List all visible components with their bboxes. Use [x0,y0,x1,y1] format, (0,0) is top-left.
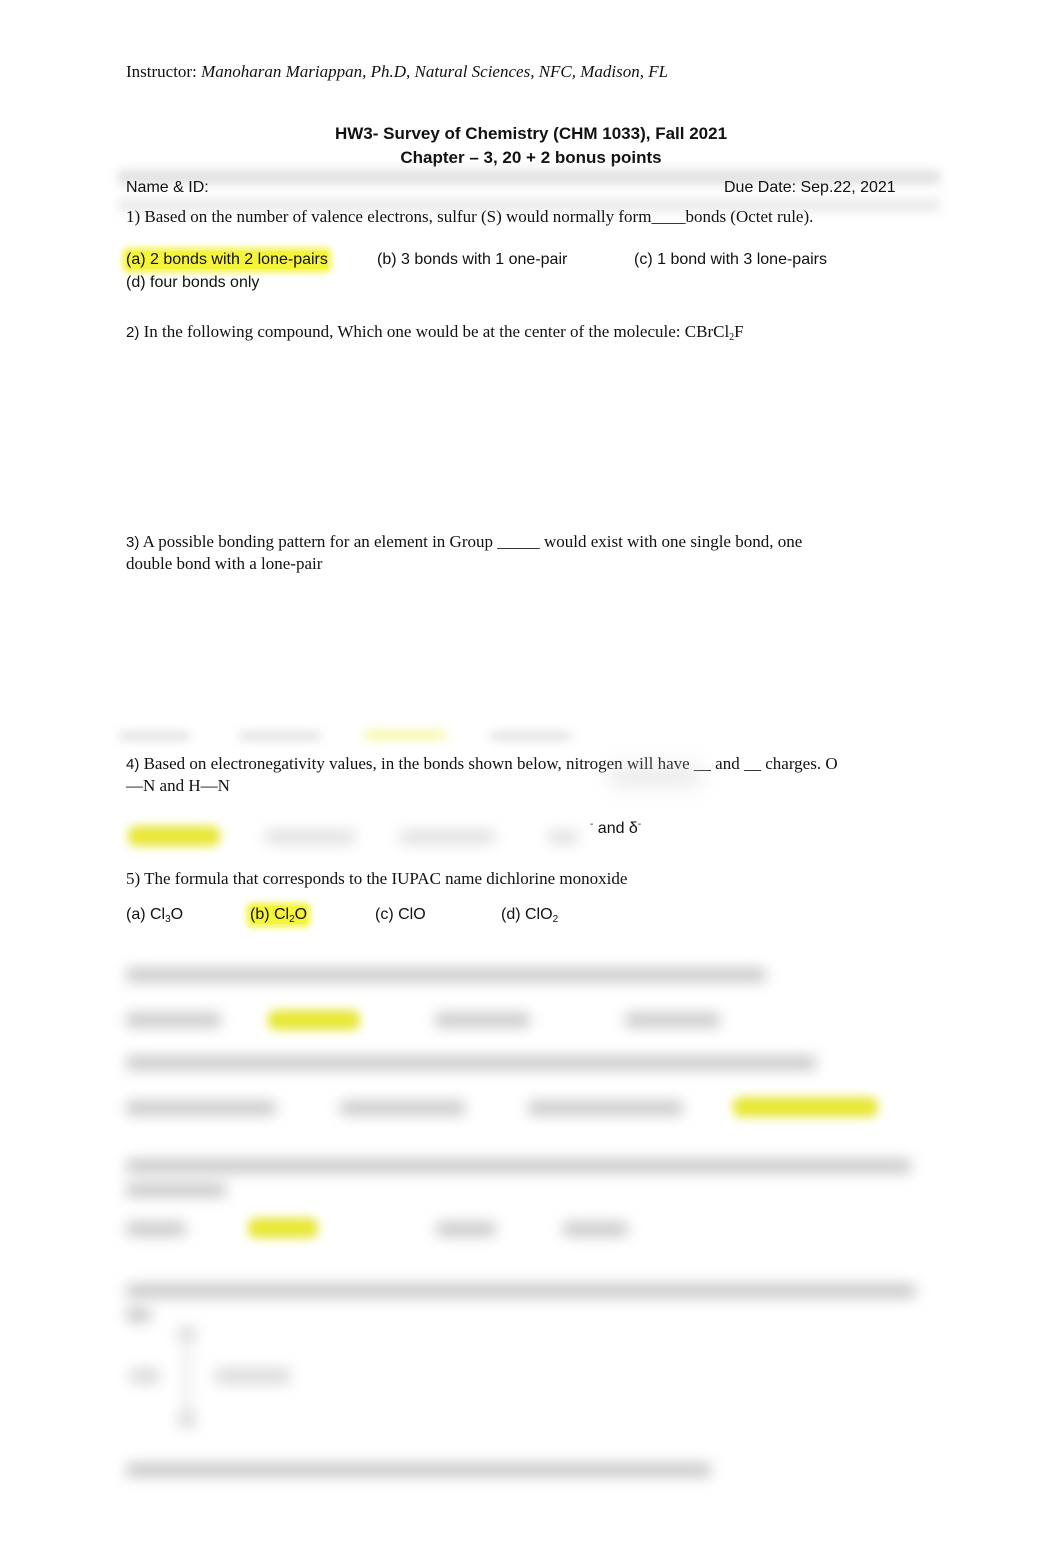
question-1-option-a: (a) 2 bonds with 2 lone-pairs [126,251,328,269]
question-5-option-d: (d) ClO2 [501,906,559,925]
obscured-option [126,1101,276,1115]
obscured-option [490,732,570,740]
obscured-question-line [126,1183,226,1197]
question-3-body: A possible bonding pattern for an elemen… [139,532,803,551]
due-date: Due Date: Sep.22, 2021 [724,179,896,196]
question-1-option-d: (d) four bonds only [126,274,260,291]
question-2-text: 2) In the following compound, Which one … [126,322,744,343]
option-text: (b) Cl [250,906,290,923]
instructor-line: Instructor: Manoharan Mariappan, Ph.D, N… [126,62,668,82]
obscured-option [265,830,355,844]
question-1-option-c: (c) 1 bond with 3 lone-pairs [634,251,827,268]
obscured-atom [178,1412,196,1428]
obscured-highlighted-option [733,1097,878,1117]
obscured-option [548,830,578,844]
obscured-question-line [126,1284,916,1298]
question-3-number: 3) [126,534,140,551]
question-1-text: 1) Based on the number of valence electr… [126,207,814,226]
option-text: O [170,906,184,923]
obscured-option [528,1101,683,1115]
obscured-question-line [126,1056,816,1070]
obscured-option [625,1013,720,1027]
question-4-option-d-fragment: - and δ- [590,820,641,838]
obscured-option [340,1101,465,1115]
formula-part: CBrCl [684,322,730,341]
obscured-option [400,830,495,844]
question-2-number: 2) [126,324,140,341]
question-3-line-2: double bond with a lone-pair [126,554,323,573]
question-4-line-1: 4) Based on electronegativity values, in… [126,754,838,774]
obscured-highlighted-option [248,1218,318,1238]
question-3-line-1: 3) A possible bonding pattern for an ele… [126,532,802,552]
obscured-highlighted-option [128,826,220,846]
obscured-option [435,1013,530,1027]
formula-subscript: 2 [552,914,559,925]
obscured-smudge [610,766,700,786]
obscured-atom-group [215,1368,290,1384]
option-text: (c) ClO [375,906,426,923]
obscured-option [563,1222,628,1236]
obscured-atom [130,1368,160,1384]
question-4-line-2: —N and H—N [126,776,230,795]
instructor-label: Instructor: [126,62,202,81]
option-text: O [294,906,308,923]
question-2-body: In the following compound, Which one wou… [139,322,685,341]
question-4-number: 4) [126,756,140,773]
question-4-body: Based on electronegativity values, in th… [139,754,838,773]
obscured-question-line [126,968,766,982]
obscured-question-line [126,1463,711,1477]
obscured-highlighted-option [268,1010,360,1030]
option-text: (d) ClO [501,906,553,923]
obscured-bond [184,1345,190,1415]
name-id-label: Name & ID: [126,179,209,196]
obscured-question-line [126,1159,911,1173]
obscured-atom [178,1326,196,1342]
question-2-formula: CBrCl2F [684,322,744,343]
document-subtitle: Chapter – 3, 20 + 2 bonus points [400,148,662,167]
question-5-option-b: (b) Cl2O [250,906,308,925]
question-5-option-a: (a) Cl3O [126,906,184,925]
obscured-option [240,732,320,740]
obscured-option [126,1013,221,1027]
obscured-question-line [126,1308,151,1322]
formula-part: F [734,322,744,341]
obscured-option [126,1222,186,1236]
question-1-option-b: (b) 3 bonds with 1 one-pair [377,251,568,268]
option-text: (a) Cl [126,906,166,923]
obscured-option [120,732,190,740]
question-5-option-c: (c) ClO [375,906,426,924]
option-fragment: and δ [593,820,638,837]
document-title: HW3- Survey of Chemistry (CHM 1033), Fal… [334,124,728,143]
charge-superscript: - [637,819,642,830]
instructor-name: Manoharan Mariappan, Ph.D, Natural Scien… [201,62,669,81]
obscured-option [436,1222,496,1236]
question-5-text: 5) The formula that corresponds to the I… [126,869,628,888]
obscured-highlighted-option [365,731,445,739]
